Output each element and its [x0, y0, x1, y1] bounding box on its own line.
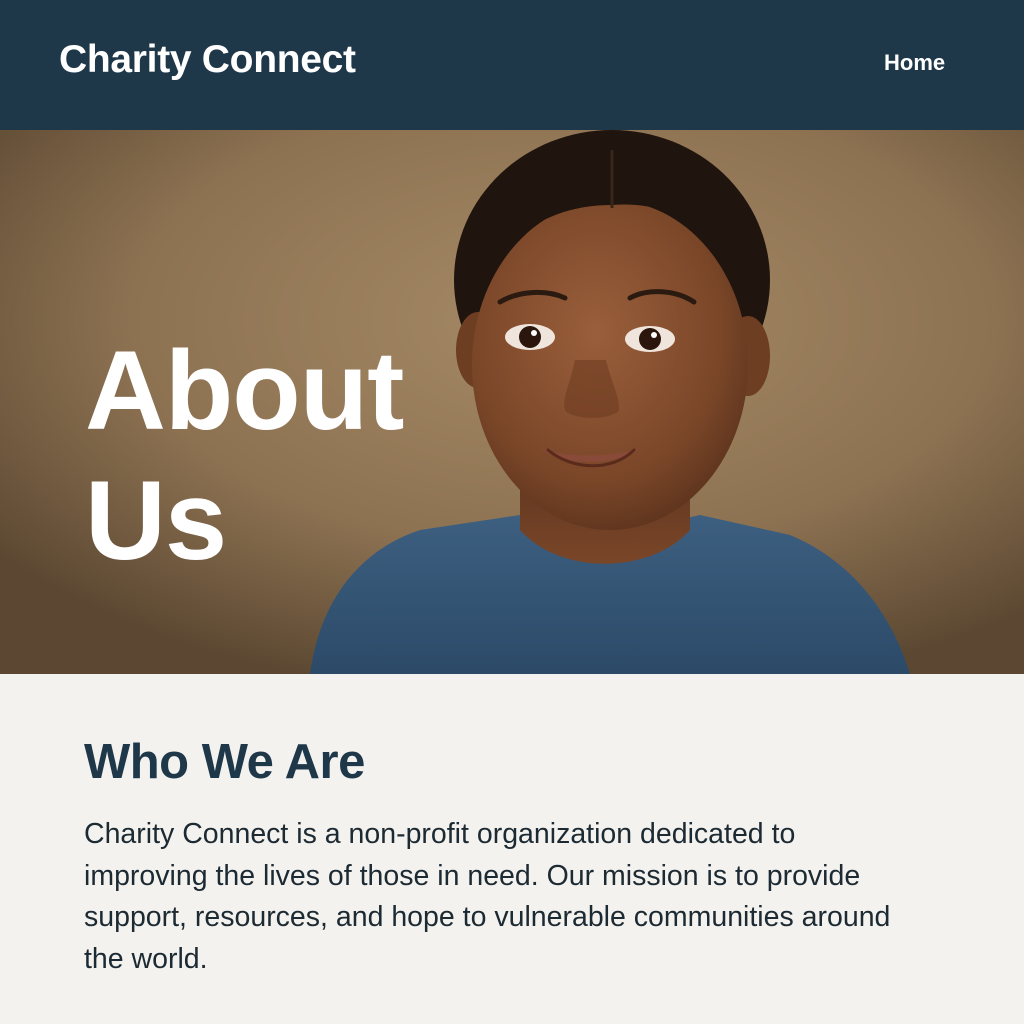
hero-title-line-2: Us — [85, 458, 227, 583]
hero-title-line-1: About — [85, 328, 404, 453]
site-header: Charity Connect Home — [0, 0, 1024, 130]
section-heading: Who We Are — [84, 735, 365, 789]
section-body-text: Charity Connect is a non-profit organiza… — [84, 818, 891, 975]
brand-logo-text[interactable]: Charity Connect — [59, 38, 356, 82]
hero-title: About Us — [85, 326, 445, 586]
nav-link-home[interactable]: Home — [884, 50, 945, 76]
about-section: Who We Are Charity Connect is a non-prof… — [0, 674, 1024, 1024]
hero-banner: About Us — [0, 130, 1024, 674]
face-shape — [472, 200, 748, 530]
